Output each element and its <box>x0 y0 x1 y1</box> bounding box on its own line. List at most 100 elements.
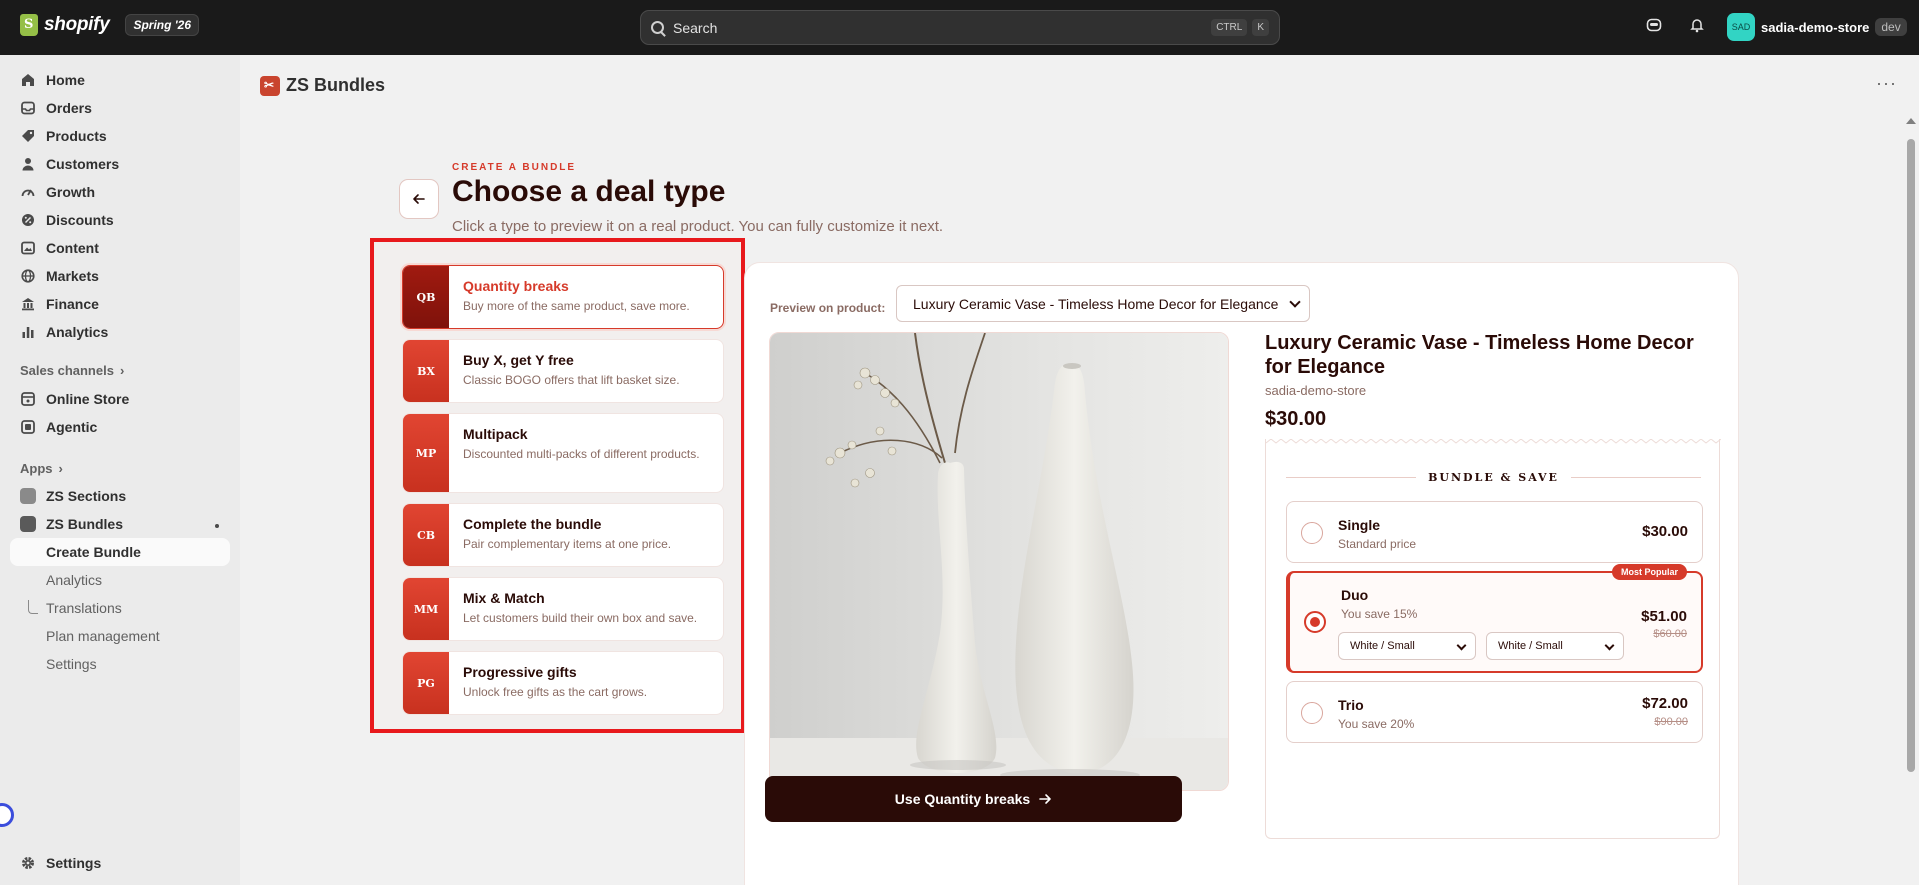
product-select-value: Luxury Ceramic Vase - Timeless Home Deco… <box>913 295 1279 312</box>
sidebar-item-markets[interactable]: Markets <box>10 262 230 290</box>
sidebar-item-agentic[interactable]: Agentic <box>10 413 230 441</box>
sidebar-item-label: ZS Sections <box>46 488 127 504</box>
sidebar-item-label: Agentic <box>46 419 98 435</box>
sidebar-item-label: Settings <box>46 656 97 672</box>
apps-heading[interactable]: Apps › <box>20 461 63 476</box>
variant-select-1[interactable]: White / Small <box>1338 632 1476 660</box>
store-switcher[interactable]: SAD sadia-demo-store dev <box>1727 13 1907 41</box>
chevron-down-icon <box>1456 640 1467 651</box>
sidebar-item-products[interactable]: Products <box>10 122 230 150</box>
sidebar-item-label: Analytics <box>46 324 109 340</box>
sidebar-item-content[interactable]: Content <box>10 234 230 262</box>
pin-dot-icon <box>215 524 219 528</box>
product-title: Luxury Ceramic Vase - Timeless Home Deco… <box>1265 332 1694 378</box>
shopify-logo[interactable]: shopify Spring '26 <box>20 14 200 36</box>
back-button[interactable] <box>399 179 439 219</box>
chevron-right-icon: › <box>119 363 125 378</box>
variant-value: White / Small <box>1350 640 1415 652</box>
scrollbar-thumb[interactable] <box>1907 139 1915 772</box>
sidekick-icon[interactable] <box>1644 17 1664 37</box>
deal-buy-x-get-y[interactable]: BX Buy X, get Y free Classic BOGO offers… <box>402 339 724 403</box>
bundle-widget: BUNDLE & SAVE Single Standard price $30.… <box>1265 439 1721 839</box>
edition-badge: Spring '26 <box>125 14 200 36</box>
deal-quantity-breaks[interactable]: QB Quantity breaks Buy more of the same … <box>402 265 724 329</box>
deal-complete-the-bundle[interactable]: CB Complete the bundle Pair complementar… <box>402 503 724 567</box>
sidebar-item-online-store[interactable]: Online Store <box>10 385 230 413</box>
sidebar-subitem-analytics[interactable]: Analytics <box>10 566 230 594</box>
option-name: Single <box>1338 517 1381 533</box>
option-sub: You save 20% <box>1338 717 1415 731</box>
person-icon <box>20 156 36 172</box>
radio-button[interactable] <box>1304 611 1326 633</box>
deal-name: Mix & Match <box>463 590 545 606</box>
deal-abbr: MM <box>403 578 449 640</box>
radio-button[interactable] <box>1301 522 1323 544</box>
search-placeholder: Search <box>673 19 718 36</box>
variant-select-2[interactable]: White / Small <box>1486 632 1624 660</box>
use-deal-button[interactable]: Use Quantity breaks <box>765 776 1182 822</box>
deal-abbr: MP <box>403 414 449 492</box>
bar-chart-icon <box>20 324 36 340</box>
tag-icon <box>20 128 36 144</box>
deal-name: Progressive gifts <box>463 664 577 680</box>
option-price: $51.00 <box>1641 608 1687 625</box>
deal-desc: Buy more of the same product, save more. <box>463 299 690 313</box>
sidebar-subitem-plan-management[interactable]: Plan management <box>10 622 230 650</box>
gear-icon <box>20 855 36 871</box>
bundle-option-single[interactable]: Single Standard price $30.00 <box>1286 501 1703 563</box>
deal-desc: Pair complementary items at one price. <box>463 537 672 551</box>
deal-multipack[interactable]: MP Multipack Discounted multi-packs of d… <box>402 413 724 493</box>
sidebar-item-analytics[interactable]: Analytics <box>10 318 230 346</box>
sidebar-item-growth[interactable]: Growth <box>10 178 230 206</box>
top-bar: shopify Spring '26 Search CTRL K SAD sad… <box>0 0 1919 55</box>
deal-desc: Discounted multi-packs of different prod… <box>463 447 700 461</box>
deal-progressive-gifts[interactable]: PG Progressive gifts Unlock free gifts a… <box>402 651 724 715</box>
sidebar-item-customers[interactable]: Customers <box>10 150 230 178</box>
bell-icon[interactable] <box>1687 17 1707 37</box>
sidebar-item-settings[interactable]: Settings <box>10 849 230 877</box>
sidebar-item-finance[interactable]: Finance <box>10 290 230 318</box>
sidebar-item-discounts[interactable]: Discounts <box>10 206 230 234</box>
sidebar-item-label: Discounts <box>46 212 114 228</box>
sidebar-subitem-settings[interactable]: Settings <box>10 650 230 678</box>
option-name: Trio <box>1338 697 1364 713</box>
deal-abbr: PG <box>403 652 449 714</box>
bundle-heading: BUNDLE & SAVE <box>1286 471 1702 484</box>
sidebar-item-label: Finance <box>46 296 99 312</box>
chevron-down-icon <box>1289 296 1301 308</box>
sales-channels-heading[interactable]: Sales channels › <box>20 363 124 378</box>
sidebar-item-label: Markets <box>46 268 99 284</box>
shortcut-ctrl: CTRL <box>1211 19 1248 36</box>
globe-icon <box>20 268 36 284</box>
shopify-bag-icon <box>20 14 38 36</box>
radio-button[interactable] <box>1301 702 1323 724</box>
product-price: $30.00 <box>1265 408 1327 430</box>
arrow-left-icon <box>413 194 425 204</box>
deal-desc: Unlock free gifts as the cart grows. <box>463 685 648 699</box>
sidebar-item-label: Settings <box>46 855 102 871</box>
search-input[interactable]: Search CTRL K <box>640 10 1280 45</box>
bundle-option-duo[interactable]: Most Popular Duo You save 15% $51.00 $60… <box>1286 564 1703 673</box>
shortcut-k: K <box>1252 19 1269 36</box>
sidebar-item-label: Create Bundle <box>46 544 141 560</box>
sidebar-item-zs-bundles[interactable]: ZS Bundles <box>10 510 230 538</box>
product-image <box>769 332 1229 791</box>
page-subtitle: Click a type to preview it on a real pro… <box>452 218 944 235</box>
bundle-option-trio[interactable]: Trio You save 20% $72.00 $90.00 <box>1286 681 1703 743</box>
deal-mix-and-match[interactable]: MM Mix & Match Let customers build their… <box>402 577 724 641</box>
sidebar-item-home[interactable]: Home <box>10 66 230 94</box>
main-content: ZS Bundles ··· CREATE A BUNDLE Choose a … <box>240 55 1919 885</box>
sidebar-subitem-translations[interactable]: Translations <box>10 594 230 622</box>
sidebar-item-zs-sections[interactable]: ZS Sections <box>10 482 230 510</box>
product-select[interactable]: Luxury Ceramic Vase - Timeless Home Deco… <box>896 285 1310 322</box>
gauge-icon <box>20 184 36 200</box>
scroll-up-arrow-icon[interactable] <box>1906 118 1916 124</box>
option-old-price: $90.00 <box>1654 716 1688 728</box>
env-badge: dev <box>1875 18 1907 36</box>
sidebar-item-label: Translations <box>46 600 122 616</box>
sidebar-item-orders[interactable]: Orders <box>10 94 230 122</box>
more-actions-button[interactable]: ··· <box>1876 73 1897 94</box>
sidebar-subitem-create-bundle[interactable]: Create Bundle <box>10 538 230 566</box>
most-popular-badge: Most Popular <box>1611 564 1687 580</box>
deal-name: Buy X, get Y free <box>463 352 574 368</box>
